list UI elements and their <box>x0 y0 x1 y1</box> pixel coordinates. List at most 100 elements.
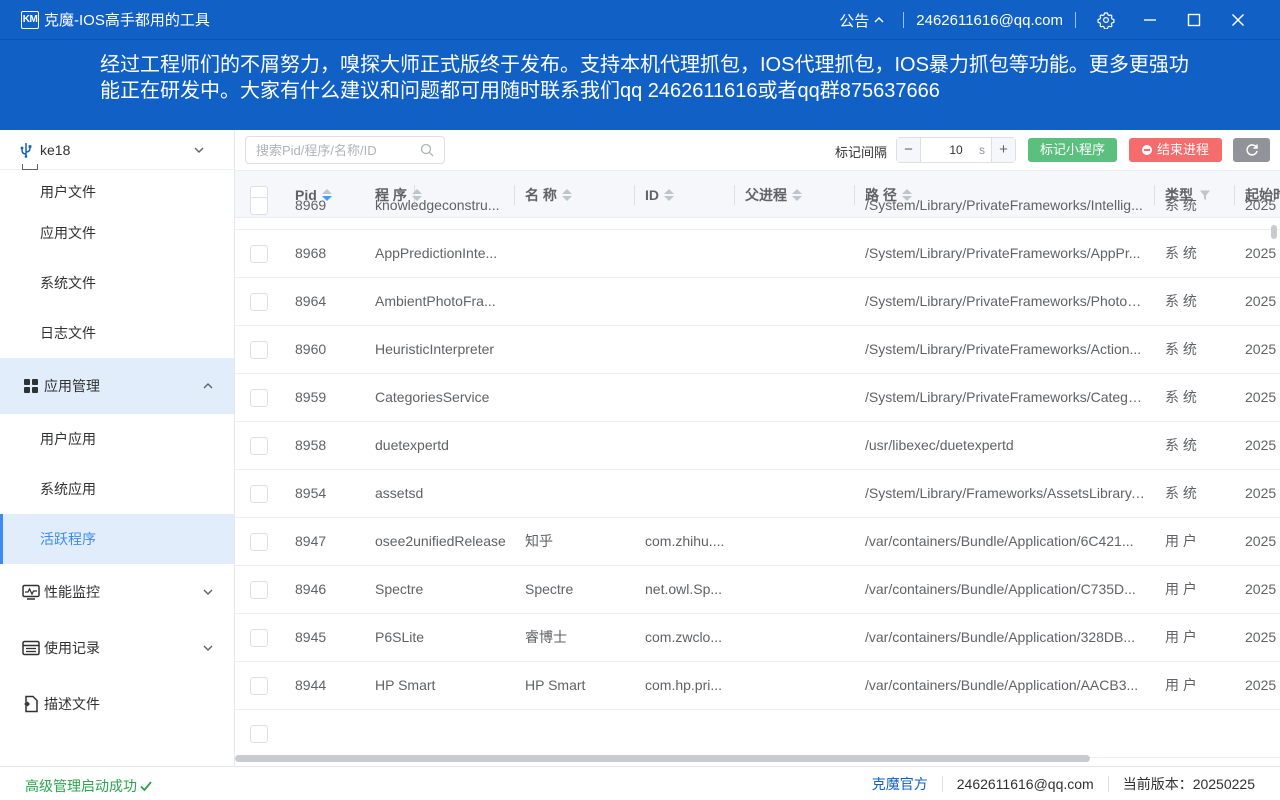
cell-name: HP Smart <box>525 677 586 693</box>
sidebar-group-usage-records[interactable]: 使用记录 <box>0 620 234 676</box>
table-row[interactable] <box>235 710 1280 758</box>
notice-label: 公告 <box>839 12 870 30</box>
chevron-down-icon <box>203 645 213 651</box>
settings-button[interactable] <box>1084 0 1128 40</box>
file-icon <box>22 695 40 713</box>
cell-id <box>645 374 735 421</box>
cell-pid: 8964 <box>295 293 327 309</box>
cell-name <box>525 278 635 325</box>
sidebar-item-app-files[interactable]: 应用文件 <box>0 208 234 258</box>
divider <box>1107 776 1109 792</box>
cell-name: Spectre <box>525 581 574 597</box>
row-checkbox[interactable] <box>250 292 268 311</box>
decrement-button[interactable]: − <box>897 138 921 162</box>
cell-pid: 8947 <box>295 533 327 549</box>
maximize-button[interactable] <box>1172 0 1216 40</box>
divider <box>903 12 905 28</box>
search-input[interactable] <box>256 142 421 158</box>
row-select-cell <box>250 326 280 373</box>
cell-parent <box>745 566 855 613</box>
chevron-down-icon <box>203 589 213 595</box>
cell-program: P6SLite <box>375 629 425 645</box>
row-select-cell <box>250 614 280 661</box>
notice-toggle[interactable]: 公告 <box>839 10 885 31</box>
row-checkbox[interactable] <box>250 244 268 263</box>
sidebar-item-user-files[interactable]: 用户文件 <box>0 176 234 208</box>
divider <box>941 776 943 792</box>
row-checkbox[interactable] <box>250 340 268 359</box>
mark-mini-program-button[interactable]: 标记小程序 <box>1028 138 1117 162</box>
cell-program: AmbientPhotoFra... <box>375 293 496 309</box>
cell-pid: 8968 <box>295 245 327 261</box>
table-row[interactable]: 8959 CategoriesService/System/Library/Pri… <box>235 374 1280 422</box>
table-row[interactable]: 8947 osee2unifiedRelease 知乎 com.zhihu.... /v… <box>235 518 1280 566</box>
refresh-button[interactable] <box>1233 138 1270 162</box>
official-site-link[interactable]: 克魔官方 <box>872 774 928 794</box>
cell-id: com.zwclo... <box>645 629 723 645</box>
cell-id <box>645 278 735 325</box>
row-select-cell <box>250 710 280 757</box>
table-row[interactable]: 8944 HP Smart HP Smart com.hp.pri... /var/co… <box>235 662 1280 710</box>
cell-parent <box>745 662 855 709</box>
sidebar-item-user-apps[interactable]: 用户应用 <box>0 414 234 464</box>
sidebar-item-active-programs[interactable]: 活跃程序 <box>0 514 234 564</box>
table-row[interactable]: 8969 knowledgeconstru... /System/Library/P… <box>235 182 1280 230</box>
maximize-icon <box>1187 13 1201 27</box>
grid-icon <box>22 377 40 395</box>
cell-path: /var/containers/Bundle/Application/C735D… <box>865 581 1136 597</box>
row-checkbox[interactable] <box>250 436 268 455</box>
cell-name <box>525 230 635 277</box>
sidebar-item-log-files[interactable]: 日志文件 <box>0 308 234 358</box>
table-row[interactable]: 8958 duetexpertd/usr/libexec/duetexpertd 系… <box>235 422 1280 470</box>
interval-value[interactable]: 10 s <box>921 138 991 162</box>
announcement-text: 经过工程师们的不屑努力，嗅探大师正式版终于发布。支持本机代理抓包，IOS代理抓包… <box>100 54 1189 102</box>
vertical-scrollbar[interactable] <box>1271 225 1277 239</box>
table-row[interactable]: 8960 HeuristicInterpreter/System/Library/… <box>235 326 1280 374</box>
cell-type: 系 统 <box>1165 389 1197 405</box>
cell-path: /var/containers/Bundle/Application/6C421… <box>865 533 1134 549</box>
row-checkbox[interactable] <box>250 484 268 503</box>
device-name: ke18 <box>40 141 71 158</box>
minimize-button[interactable] <box>1128 0 1172 40</box>
end-process-button[interactable]: 结束进程 <box>1129 138 1222 162</box>
cell-id <box>645 230 735 277</box>
row-checkbox[interactable] <box>250 724 268 743</box>
table-row[interactable]: 8945 P6SLite 睿博士 com.zwclo... /var/container… <box>235 614 1280 662</box>
sidebar-item-system-apps[interactable]: 系统应用 <box>0 464 234 514</box>
table-row[interactable]: 8946 Spectre Spectre net.owl.Sp... /var/cont… <box>235 566 1280 614</box>
sidebar-group-performance[interactable]: 性能监控 <box>0 564 234 620</box>
table-row[interactable]: 8954 assetsd/System/Library/Frameworks/As… <box>235 470 1280 518</box>
row-checkbox[interactable] <box>250 676 268 695</box>
search-box <box>245 136 445 164</box>
sidebar-item-system-files[interactable]: 系统文件 <box>0 258 234 308</box>
cell-type: 系 统 <box>1165 485 1197 501</box>
row-select-cell <box>250 566 280 613</box>
row-checkbox[interactable] <box>250 580 268 599</box>
table-row[interactable]: 8968 AppPredictionInte... /System/Library/… <box>235 230 1280 278</box>
row-checkbox[interactable] <box>250 388 268 407</box>
table-row[interactable]: 8964 AmbientPhotoFra... /System/Library/Pr… <box>235 278 1280 326</box>
sidebar-group-app-management[interactable]: 应用管理 <box>0 358 234 414</box>
cell-program: AppPredictionInte... <box>375 245 498 261</box>
cell-parent <box>745 230 855 277</box>
horizontal-scrollbar[interactable] <box>235 755 1090 762</box>
cell-type: 用 户 <box>1165 581 1197 597</box>
increment-button[interactable]: + <box>991 138 1015 162</box>
row-checkbox[interactable] <box>250 628 268 647</box>
sidebar-group-label: 应用管理 <box>44 378 100 394</box>
cell-path: /System/Library/PrivateFrameworks/AppPr.… <box>865 245 1141 261</box>
row-checkbox[interactable] <box>250 196 268 215</box>
list-icon <box>22 639 40 657</box>
row-checkbox[interactable] <box>250 532 268 551</box>
cell-program: HeuristicInterpreter <box>375 341 495 357</box>
cell-program: HP Smart <box>375 677 436 693</box>
close-button[interactable] <box>1216 0 1260 40</box>
cell-parent <box>745 470 855 517</box>
contact-email: 2462611616@qq.com <box>956 776 1094 792</box>
close-icon <box>1231 13 1245 27</box>
minimize-icon <box>1144 19 1156 21</box>
sidebar-group-profiles[interactable]: 描述文件 <box>0 676 234 732</box>
interval-value-text: 10 <box>949 143 963 157</box>
cell-name <box>525 422 635 469</box>
status-right: 克魔官方 2462611616@qq.com 当前版本：20250225 <box>872 767 1255 800</box>
